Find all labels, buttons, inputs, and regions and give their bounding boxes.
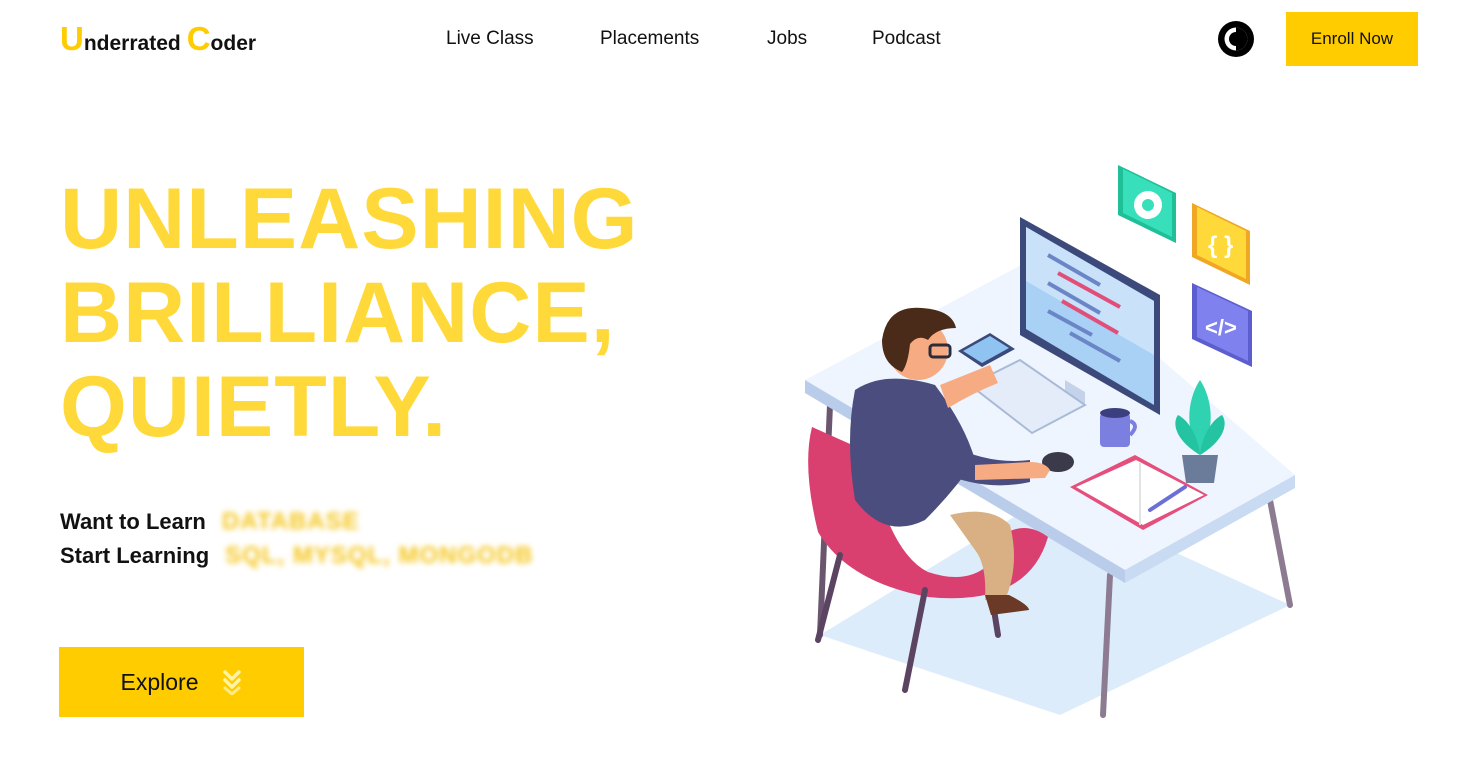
start-learning-label: Start Learning (60, 543, 210, 568)
nav-item-live-class[interactable]: Live Class (446, 27, 534, 51)
braces-badge-icon: { } (1192, 203, 1250, 285)
logo-word-underrated: nderrated (83, 32, 181, 55)
enroll-now-button[interactable]: Enroll Now (1286, 12, 1418, 66)
hero-title-line-2: BRILLIANCE, (60, 265, 616, 361)
want-to-learn-row: Want to Learn DATABASE (60, 505, 533, 539)
hero-title-line-1: UNLEASHING (60, 171, 639, 267)
svg-text:{ }: { } (1208, 232, 1233, 259)
svg-text:</>: </> (1205, 315, 1237, 340)
nav-item-jobs[interactable]: Jobs (767, 27, 807, 51)
gear-badge-icon (1118, 165, 1176, 243)
hero-title-line-3: QUIETLY. (60, 359, 448, 455)
double-chevron-down-icon (222, 669, 242, 696)
plant (1182, 455, 1218, 483)
logo-word-coder: oder (210, 32, 257, 55)
start-learning-row: Start Learning SQL, MYSQL, MONGODB (60, 539, 533, 573)
want-to-learn-value: DATABASE (221, 508, 360, 535)
logo[interactable]: U nderrated C oder (60, 22, 256, 56)
contrast-icon[interactable] (1217, 20, 1255, 58)
nav-item-podcast[interactable]: Podcast (872, 27, 941, 51)
learn-block: Want to Learn DATABASE Start Learning SQ… (60, 505, 533, 573)
code-badge-icon: </> (1192, 283, 1252, 367)
logo-initial-c: C (186, 20, 211, 57)
explore-label: Explore (120, 668, 199, 695)
developer-at-desk-illustration: { } </> (800, 155, 1310, 730)
want-to-learn-label: Want to Learn (60, 509, 206, 534)
hero-title: UNLEASHING BRILLIANCE, QUIETLY. (60, 172, 760, 454)
start-learning-value: SQL, MYSQL, MONGODB (225, 542, 534, 569)
mug (1100, 413, 1130, 447)
explore-button[interactable]: Explore (59, 647, 304, 717)
logo-initial-u: U (60, 20, 84, 57)
nav-item-placements[interactable]: Placements (600, 27, 699, 51)
